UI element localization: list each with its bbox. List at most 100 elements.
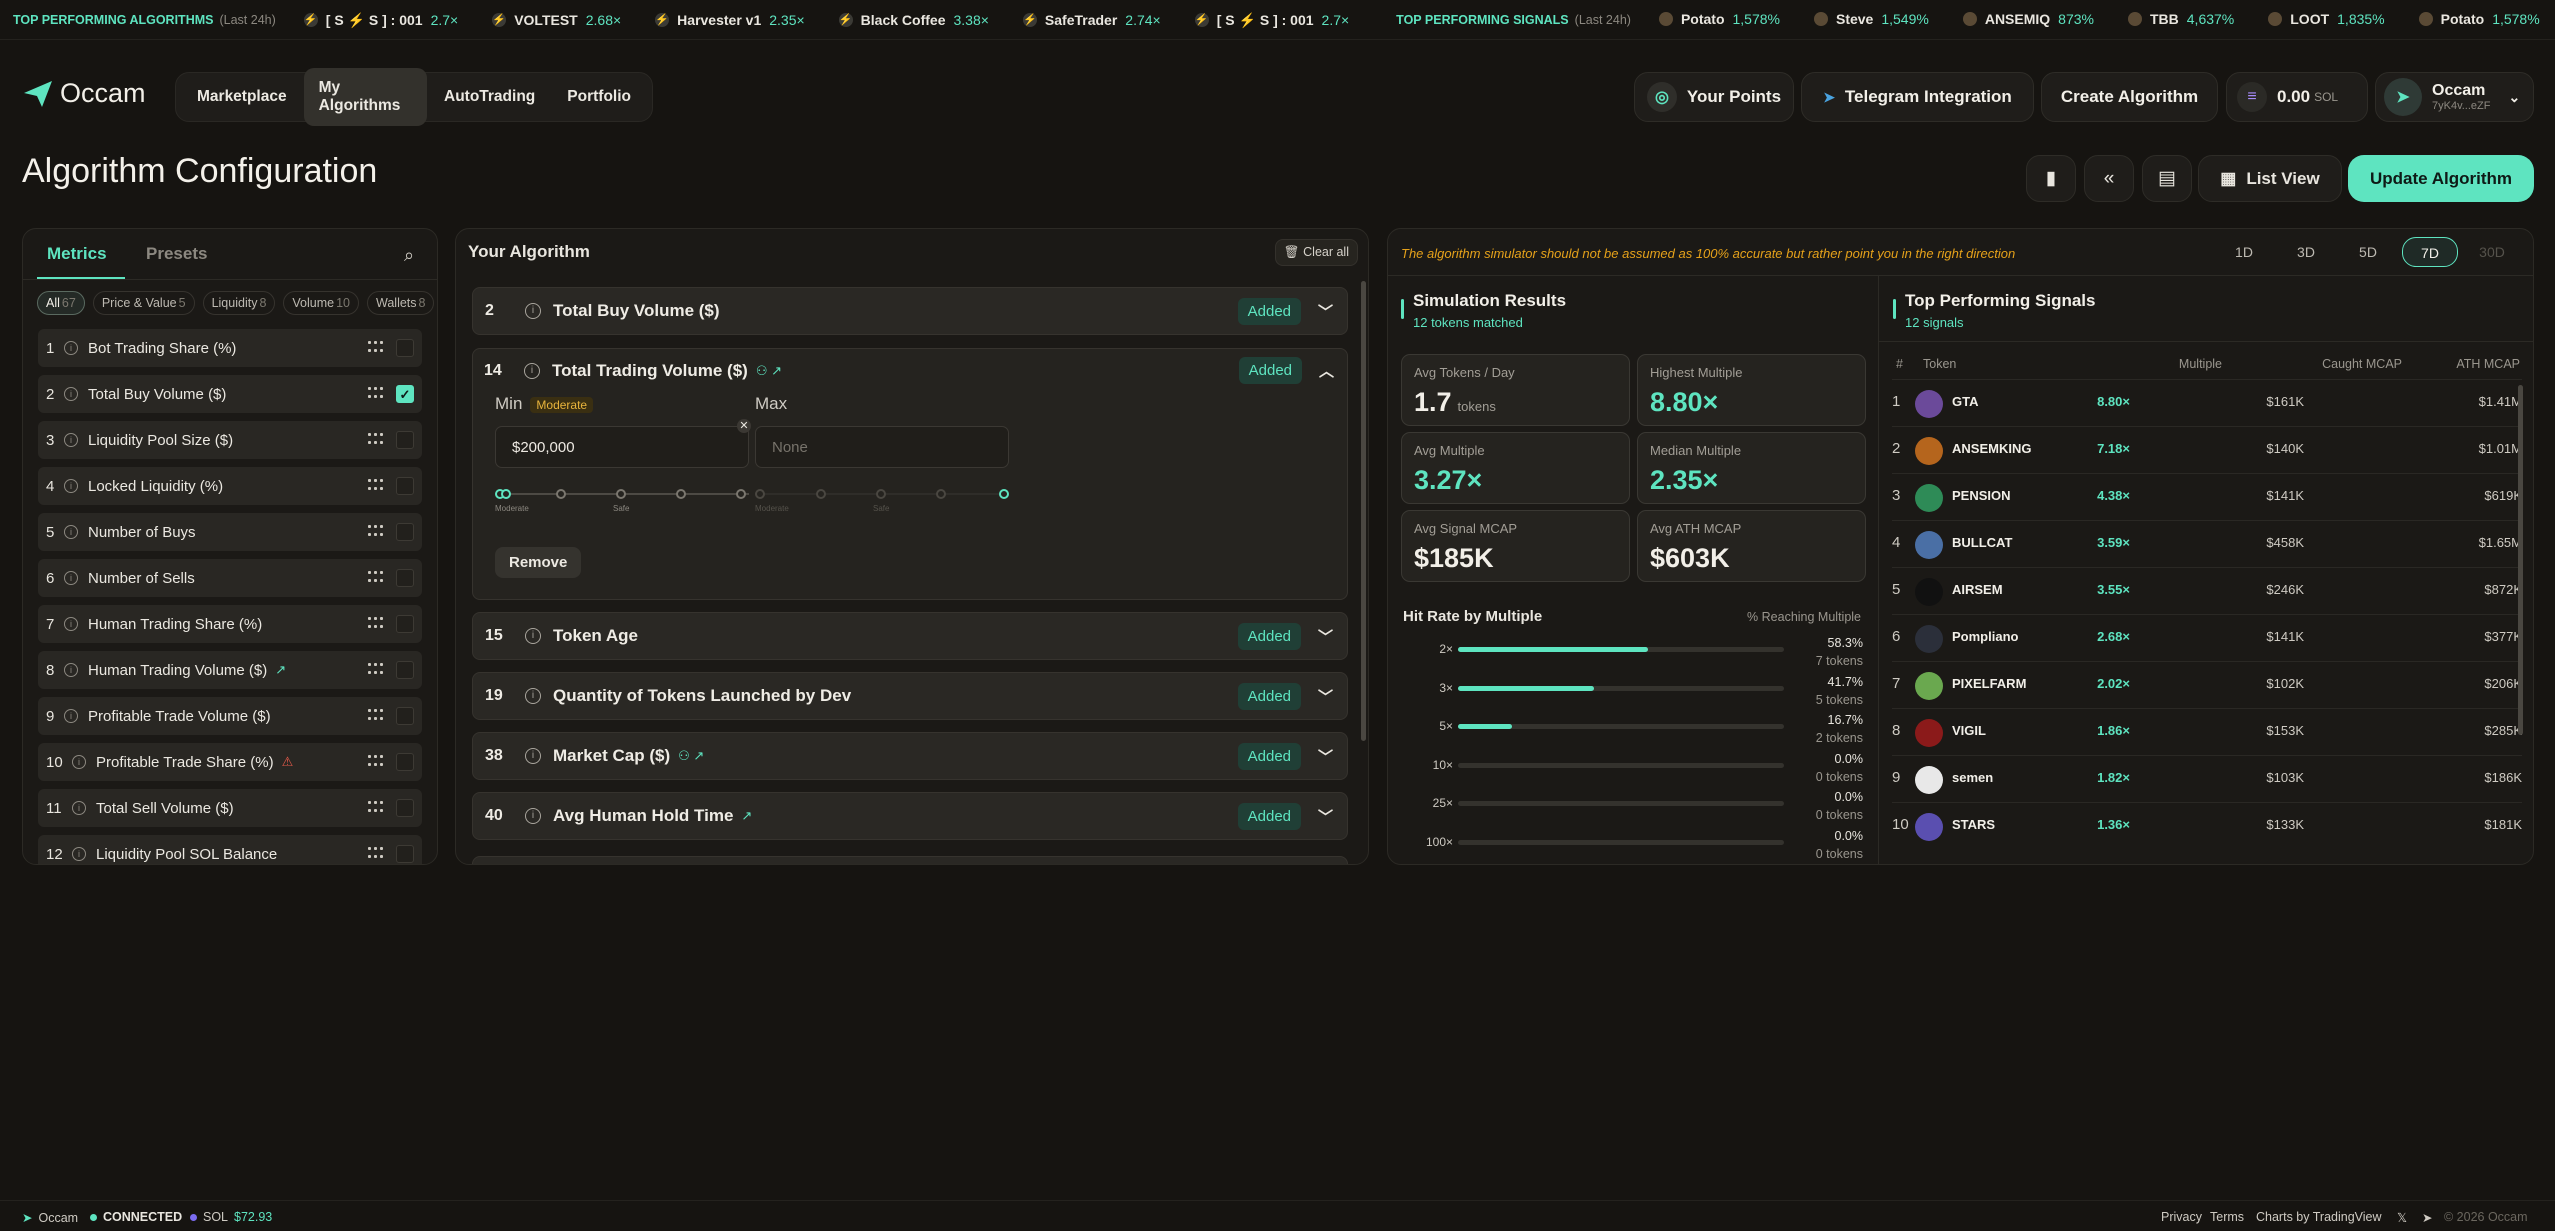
drag-handle-icon[interactable] <box>368 433 384 445</box>
table-row[interactable]: 5 AIRSEM 3.55× $246K $872K <box>1892 567 2522 614</box>
metric-row[interactable]: 12 i Liquidity Pool SOL Balance <box>38 835 422 864</box>
token-name[interactable]: STARS <box>1952 817 1995 832</box>
info-icon[interactable]: i <box>72 755 86 769</box>
metric-checkbox[interactable] <box>396 845 414 863</box>
list-view-button[interactable]: ▦ List View <box>2198 155 2342 202</box>
metric-row[interactable]: 11 i Total Sell Volume ($) <box>38 789 422 827</box>
table-row[interactable]: 8 VIGIL 1.86× $153K $285K <box>1892 708 2522 755</box>
ticker-signal-item[interactable]: ANSEMIQ 873% <box>1962 11 2094 27</box>
table-row[interactable]: 2 ANSEMKING 7.18× $140K $1.01M <box>1892 426 2522 473</box>
table-row[interactable]: 4 BULLCAT 3.59× $458K $1.65M <box>1892 520 2522 567</box>
collapse-button[interactable]: « <box>2084 155 2134 202</box>
info-icon[interactable]: i <box>525 628 541 644</box>
metric-row[interactable]: 1 i Bot Trading Share (%) <box>38 329 422 367</box>
tab-metrics[interactable]: Metrics <box>47 244 107 264</box>
info-icon[interactable]: i <box>64 663 78 677</box>
algorithm-row[interactable]: 40 i Avg Human Hold Time ↗ Added ﹀ <box>472 792 1348 840</box>
notes-button[interactable]: ▤ <box>2142 155 2192 202</box>
x-icon[interactable]: 𝕏 <box>2397 1210 2407 1225</box>
footer-link-terms[interactable]: Terms <box>2210 1210 2244 1224</box>
chevron-down-icon[interactable]: ﹀ <box>1318 686 1333 707</box>
table-row[interactable]: 9 semen 1.82× $103K $186K <box>1892 755 2522 802</box>
table-row[interactable]: 1 GTA 8.80× $161K $1.41M <box>1892 379 2522 426</box>
period-7d[interactable]: 7D <box>2402 237 2458 267</box>
table-row[interactable]: 3 PENSION 4.38× $141K $619K <box>1892 473 2522 520</box>
slider-step[interactable] <box>816 489 826 499</box>
drag-handle-icon[interactable] <box>368 617 384 629</box>
metric-checkbox[interactable] <box>396 569 414 587</box>
ticker-signal-item[interactable]: Potato 1,578% <box>2418 11 2540 27</box>
metric-checkbox[interactable] <box>396 523 414 541</box>
your-points-button[interactable]: ◎ Your Points <box>1634 72 1794 122</box>
table-row[interactable]: 10 STARS 1.36× $133K $181K <box>1892 802 2522 849</box>
ticker-signal-item[interactable]: TBB 4,637% <box>2127 11 2234 27</box>
occam-logo[interactable]: Occam <box>22 78 146 109</box>
max-slider-handle[interactable] <box>999 489 1009 499</box>
token-name[interactable]: GTA <box>1952 394 1978 409</box>
min-input[interactable]: $200,000 <box>495 426 749 468</box>
slider-step[interactable] <box>876 489 886 499</box>
ticker-algo-item[interactable]: ⚡ SafeTrader 2.74× <box>1022 12 1161 28</box>
drag-handle-icon[interactable] <box>368 571 384 583</box>
slider-step[interactable] <box>736 489 746 499</box>
info-icon[interactable]: i <box>72 801 86 815</box>
info-icon[interactable]: i <box>64 479 78 493</box>
info-icon[interactable]: i <box>64 341 78 355</box>
slider-step[interactable] <box>616 489 626 499</box>
scrollbar[interactable] <box>1361 281 1366 741</box>
metric-checkbox[interactable] <box>396 477 414 495</box>
filter-chip[interactable]: All 67 <box>37 291 85 315</box>
algorithm-row[interactable]: 2 i Total Buy Volume ($) Added ﹀ <box>472 287 1348 335</box>
chevron-down-icon[interactable]: ﹀ <box>1318 626 1333 647</box>
chevron-down-icon[interactable]: ﹀ <box>1318 301 1333 322</box>
nav-item-my-algorithms[interactable]: My Algorithms <box>303 68 427 126</box>
metric-row[interactable]: 7 i Human Trading Share (%) <box>38 605 422 643</box>
token-name[interactable]: PENSION <box>1952 488 2011 503</box>
info-icon[interactable]: i <box>524 363 540 379</box>
info-icon[interactable]: i <box>64 709 78 723</box>
metric-checkbox[interactable] <box>396 339 414 357</box>
metric-row[interactable]: 8 i Human Trading Volume ($) ↗ <box>38 651 422 689</box>
telegram-icon[interactable]: ➤ <box>2422 1210 2432 1225</box>
sol-balance-button[interactable]: ≡ 0.00 SOL <box>2226 72 2368 122</box>
table-row[interactable]: 6 Pompliano 2.68× $141K $377K <box>1892 614 2522 661</box>
table-row[interactable]: 7 PIXELFARM 2.02× $102K $206K <box>1892 661 2522 708</box>
info-icon[interactable]: i <box>72 847 86 861</box>
token-name[interactable]: PIXELFARM <box>1952 676 2026 691</box>
create-algorithm-button[interactable]: Create Algorithm <box>2041 72 2218 122</box>
metric-row[interactable]: 9 i Profitable Trade Volume ($) <box>38 697 422 735</box>
metric-checkbox[interactable] <box>396 431 414 449</box>
period-3d[interactable]: 3D <box>2278 237 2334 267</box>
metric-row[interactable]: 6 i Number of Sells <box>38 559 422 597</box>
metric-row[interactable]: 10 i Profitable Trade Share (%) ⚠ <box>38 743 422 781</box>
metric-checkbox[interactable] <box>396 707 414 725</box>
token-name[interactable]: ANSEMKING <box>1952 441 2031 456</box>
filter-chip[interactable]: Price & Value 5 <box>92 291 195 315</box>
drag-handle-icon[interactable] <box>368 525 384 537</box>
ticker-algo-item[interactable]: ⚡ VOLTEST 2.68× <box>492 12 621 28</box>
clear-input-icon[interactable]: ✕ <box>737 419 751 433</box>
footer-link-privacy[interactable]: Privacy <box>2161 1210 2202 1224</box>
info-icon[interactable]: i <box>525 808 541 824</box>
update-algorithm-button[interactable]: Update Algorithm <box>2348 155 2534 202</box>
drag-handle-icon[interactable] <box>368 341 384 353</box>
token-name[interactable]: semen <box>1952 770 1993 785</box>
slider-step[interactable] <box>556 489 566 499</box>
tab-presets[interactable]: Presets <box>146 244 207 264</box>
filter-chip[interactable]: Wallets 8 <box>367 291 435 315</box>
slider-step[interactable] <box>755 489 765 499</box>
period-1d[interactable]: 1D <box>2216 237 2272 267</box>
footer-logo[interactable]: ➤ Occam <box>22 1210 78 1226</box>
algorithm-row[interactable]: 15 i Token Age Added ﹀ <box>472 612 1348 660</box>
ticker-signal-item[interactable]: LOOT 1,835% <box>2268 11 2385 27</box>
info-icon[interactable]: i <box>525 688 541 704</box>
algorithm-row[interactable]: 19 i Quantity of Tokens Launched by Dev Add… <box>472 672 1348 720</box>
metric-checkbox[interactable] <box>396 615 414 633</box>
slider-step[interactable] <box>676 489 686 499</box>
chevron-down-icon[interactable]: ﹀ <box>1318 746 1333 767</box>
ticker-signal-item[interactable]: Steve 1,549% <box>1813 11 1929 27</box>
drag-handle-icon[interactable] <box>368 479 384 491</box>
token-name[interactable]: BULLCAT <box>1952 535 2012 550</box>
user-menu-button[interactable]: ➤ Occam 7yK4v...eZF ⌄ <box>2375 72 2534 122</box>
info-icon[interactable]: i <box>64 617 78 631</box>
